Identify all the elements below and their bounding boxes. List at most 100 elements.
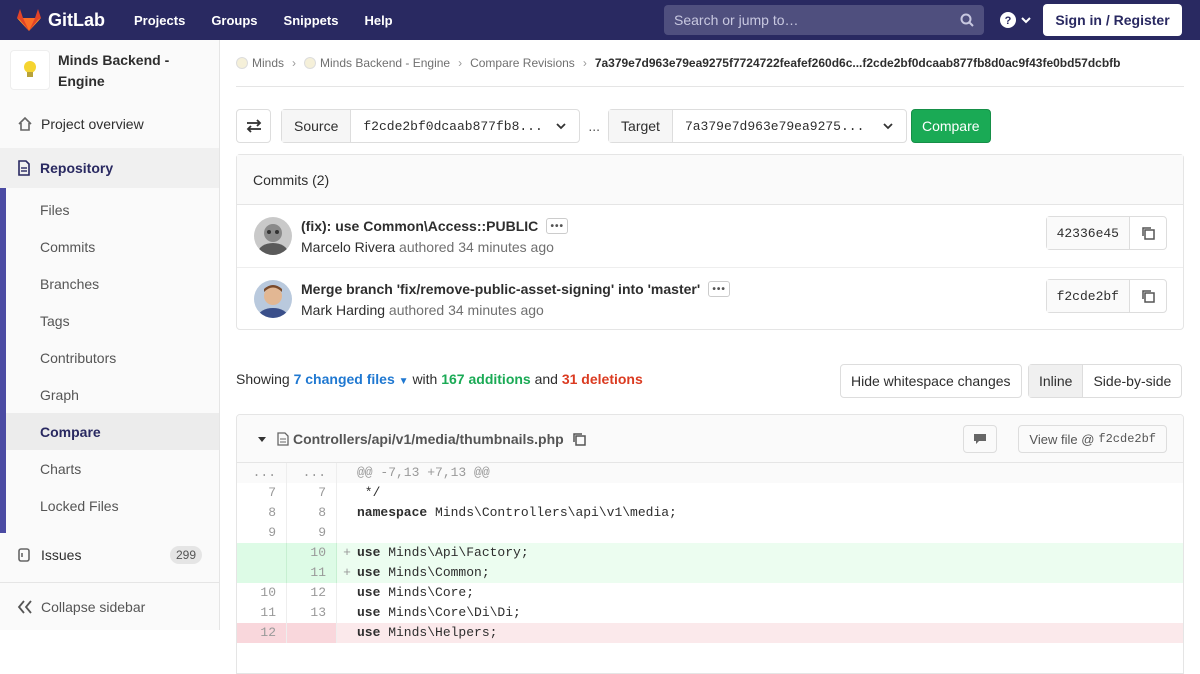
chevron-down-icon — [883, 123, 893, 130]
commit-author[interactable]: Marcelo Rivera — [301, 239, 395, 255]
code-content: namespace Minds\Controllers\api\v1\media… — [357, 503, 677, 523]
old-line-number[interactable]: 9 — [237, 523, 287, 543]
diff-stats: Showing 7 changed files ▼ with 167 addit… — [236, 371, 643, 387]
copy-sha-button[interactable] — [1130, 280, 1166, 312]
project-name: Minds Backend - Engine — [58, 52, 170, 89]
nav-snippets[interactable]: Snippets — [284, 13, 339, 28]
sidebar-subitem-branches[interactable]: Branches — [6, 265, 219, 302]
commit-sha[interactable]: 42336e45 — [1046, 217, 1130, 249]
sidebar-subitem-graph[interactable]: Graph — [6, 376, 219, 413]
sidebar-subitem-files[interactable]: Files — [6, 191, 219, 228]
sidebar-item-repository[interactable]: Repository — [0, 148, 219, 188]
changed-files-dropdown[interactable]: 7 changed files ▼ — [294, 371, 409, 387]
toggle-comments-button[interactable] — [963, 425, 997, 453]
old-line-number[interactable]: 12 — [237, 623, 287, 643]
sidebar: Minds Backend - Engine Project overview … — [0, 40, 220, 630]
sidebar-subitem-compare[interactable]: Compare — [6, 413, 219, 450]
breadcrumb-current: 7a379e7d963e79ea9275f7724722feafef260d6c… — [594, 56, 1121, 70]
ellipsis-button[interactable]: ••• — [546, 218, 569, 234]
svg-text:?: ? — [1005, 15, 1012, 27]
copy-icon[interactable] — [572, 432, 586, 446]
avatar[interactable] — [254, 217, 292, 255]
help-dropdown[interactable]: ? — [1000, 12, 1032, 28]
sidebar-subitem-locked-files[interactable]: Locked Files — [6, 487, 219, 524]
sidebar-subitem-tags[interactable]: Tags — [6, 302, 219, 339]
target-dropdown[interactable]: 7a379e7d963e79ea9275... — [673, 110, 906, 142]
old-line-number[interactable]: ... — [237, 463, 287, 483]
nav-projects[interactable]: Projects — [134, 13, 185, 28]
old-line-number[interactable]: 7 — [237, 483, 287, 503]
inline-view-button[interactable]: Inline — [1029, 365, 1084, 397]
source-value: f2cde2bf0dcaab877fb8... — [363, 118, 543, 134]
commit-author[interactable]: Mark Harding — [301, 302, 385, 318]
signin-button[interactable]: Sign in / Register — [1043, 4, 1182, 36]
sidebar-subitem-charts[interactable]: Charts — [6, 450, 219, 487]
code-text: Minds\Controllers\api\v1\media; — [427, 505, 677, 520]
commit-title[interactable]: (fix): use Common\Access::PUBLIC — [301, 218, 538, 234]
compare-button[interactable]: Compare — [910, 109, 991, 143]
breadcrumb-item-compare[interactable]: Compare Revisions — [470, 56, 575, 70]
commit-row: (fix): use Common\Access::PUBLIC ••• Mar… — [237, 205, 1183, 268]
caret-down-icon[interactable] — [257, 434, 267, 444]
collapse-sidebar-button[interactable]: Collapse sidebar — [0, 582, 219, 630]
commit-title[interactable]: Merge branch 'fix/remove-public-asset-si… — [301, 281, 700, 297]
commit-meta: Marcelo Rivera authored 34 minutes ago — [301, 239, 554, 255]
sidebar-subitem-contributors[interactable]: Contributors — [6, 339, 219, 376]
new-line-number[interactable]: 12 — [287, 583, 337, 603]
view-file-sha: f2cde2bf — [1098, 432, 1156, 446]
nav-help[interactable]: Help — [364, 13, 392, 28]
old-line-number[interactable] — [237, 543, 287, 563]
ellipsis-button[interactable]: ••• — [708, 281, 731, 297]
gitlab-logo[interactable]: GitLab — [16, 0, 105, 40]
deletions-count: 31 deletions — [561, 371, 643, 387]
file-path[interactable]: Controllers/api/v1/media/thumbnails.php — [293, 431, 564, 447]
commit-time: authored 34 minutes ago — [399, 239, 554, 255]
chevron-down-icon — [1021, 17, 1031, 24]
new-line-number[interactable]: ... — [287, 463, 337, 483]
swap-icon — [246, 119, 261, 133]
new-line-number[interactable]: 7 — [287, 483, 337, 503]
copy-icon — [1142, 227, 1155, 240]
sidebar-item-label: Project overview — [41, 115, 144, 132]
new-line-number[interactable] — [287, 623, 337, 643]
source-dropdown[interactable]: f2cde2bf0dcaab877fb8... — [351, 110, 579, 142]
code-content: use Minds\Helpers; — [357, 623, 497, 643]
view-file-button[interactable]: View file @ f2cde2bf — [1018, 425, 1167, 453]
nav-groups[interactable]: Groups — [211, 13, 257, 28]
commit-title-wrap: Merge branch 'fix/remove-public-asset-si… — [301, 281, 731, 297]
commits-header: Commits (2) — [237, 155, 1183, 205]
changed-files-label: 7 changed files — [293, 371, 395, 387]
copy-sha-button[interactable] — [1130, 217, 1166, 249]
sidebar-subitem-commits[interactable]: Commits — [6, 228, 219, 265]
issues-count-badge: 299 — [169, 545, 202, 564]
commit-sha[interactable]: f2cde2bf — [1046, 280, 1130, 312]
sidebar-item-overview[interactable]: Project overview — [0, 105, 219, 142]
sidebar-item-issues[interactable]: Issues 299 — [0, 536, 219, 573]
code-content: @@ -7,13 +7,13 @@ — [357, 463, 490, 483]
new-line-number[interactable]: 11 — [287, 563, 337, 583]
source-selector[interactable]: Source f2cde2bf0dcaab877fb8... — [281, 109, 581, 143]
code-content: use Minds\Common; — [357, 563, 490, 583]
new-line-number[interactable]: 8 — [287, 503, 337, 523]
project-header[interactable]: Minds Backend - Engine — [0, 40, 219, 100]
avatar[interactable] — [254, 280, 292, 318]
code-text: Minds\Core\Di\Di; — [380, 605, 521, 620]
old-line-number[interactable]: 8 — [237, 503, 287, 523]
new-line-number[interactable]: 10 — [287, 543, 337, 563]
old-line-number[interactable]: 10 — [237, 583, 287, 603]
breadcrumb-item-group[interactable]: Minds — [252, 56, 284, 70]
old-line-number[interactable] — [237, 563, 287, 583]
diff-sign — [337, 623, 357, 643]
new-line-number[interactable]: 13 — [287, 603, 337, 623]
old-line-number[interactable]: 11 — [237, 603, 287, 623]
side-by-side-button[interactable]: Side-by-side — [1083, 365, 1181, 397]
breadcrumb-item-project[interactable]: Minds Backend - Engine — [320, 56, 450, 70]
new-line-number[interactable]: 9 — [287, 523, 337, 543]
code-text: Minds\Helpers; — [380, 625, 498, 640]
swap-revisions-button[interactable] — [236, 109, 271, 143]
diff-line: 10 + use Minds\Api\Factory; — [237, 543, 1183, 563]
search-input[interactable]: Search or jump to… — [664, 5, 984, 35]
breadcrumb: Minds › Minds Backend - Engine › Compare… — [236, 40, 1184, 87]
hide-whitespace-button[interactable]: Hide whitespace changes — [840, 364, 1022, 398]
target-selector[interactable]: Target 7a379e7d963e79ea9275... — [608, 109, 907, 143]
